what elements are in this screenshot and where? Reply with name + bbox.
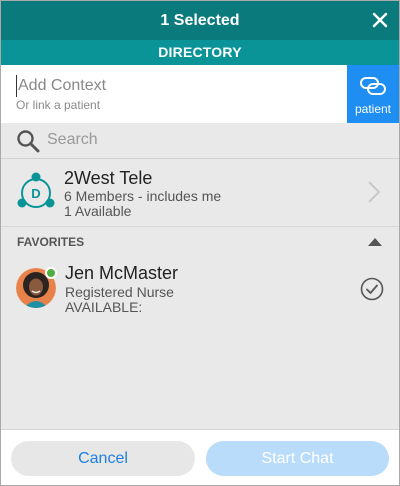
close-icon[interactable] (371, 11, 389, 29)
add-context-input[interactable] (16, 75, 336, 97)
search-icon (17, 130, 40, 153)
checkmark-circle-icon[interactable] (360, 277, 384, 301)
group-name: 2West Tele (64, 168, 153, 188)
group-row-2west-tele[interactable]: D 2West Tele 6 Members - includes me 1 A… (1, 160, 399, 226)
favorites-label: FAVORITES (17, 235, 85, 249)
start-chat-button[interactable]: Start Chat (206, 441, 389, 476)
group-members: 6 Members - includes me (64, 188, 222, 204)
context-section: Or link a patient patient (1, 65, 399, 123)
dialog-title: 1 Selected (160, 12, 240, 29)
group-available: 1 Available (64, 203, 132, 219)
caret-up-icon[interactable] (367, 237, 383, 247)
link-icon (360, 77, 386, 95)
group-avatar-icon: D (17, 172, 55, 208)
link-patient-button[interactable]: patient (347, 65, 399, 123)
dialog-header: 1 Selected (1, 1, 399, 40)
contact-row-jen-mcmaster[interactable]: Jen McMaster Registered Nurse AVAILABLE: (1, 257, 399, 321)
chevron-right-icon (368, 181, 381, 203)
favorites-header: FAVORITES (1, 226, 399, 256)
presence-available-dot (45, 267, 57, 279)
contact-role: Registered Nurse (65, 284, 174, 300)
patient-button-label: patient (354, 102, 392, 116)
group-avatar-letter: D (31, 186, 40, 201)
chat-dialog: 1 Selected DIRECTORY Or link a patient p… (0, 0, 400, 486)
cancel-button[interactable]: Cancel (11, 441, 195, 476)
contact-status: AVAILABLE: (65, 299, 143, 315)
search-bar (1, 123, 399, 159)
link-patient-hint: Or link a patient (16, 98, 101, 112)
contact-name: Jen McMaster (65, 263, 179, 283)
directory-subheader: DIRECTORY (1, 40, 399, 65)
search-input[interactable] (47, 129, 377, 151)
dialog-footer: Cancel Start Chat (1, 429, 399, 485)
